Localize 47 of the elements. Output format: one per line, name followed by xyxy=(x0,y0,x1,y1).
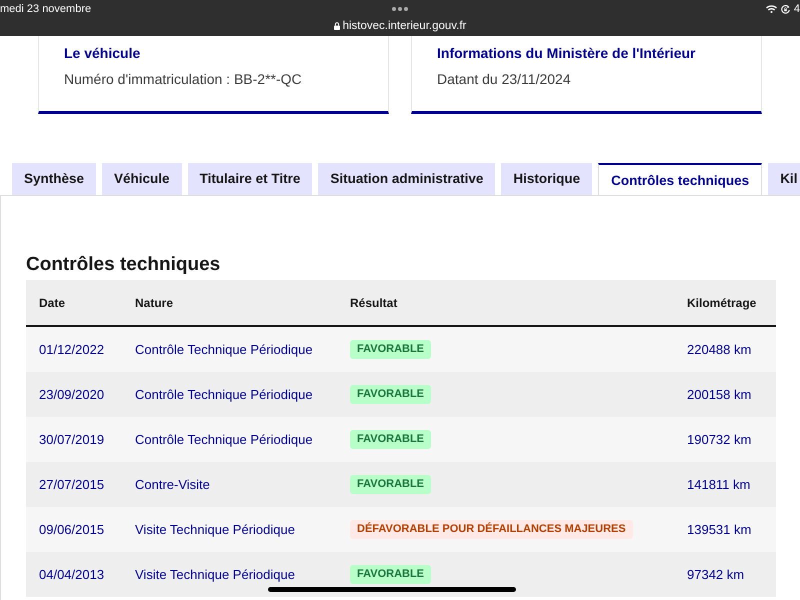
tab[interactable]: Kil xyxy=(768,163,800,195)
address-bar-url[interactable]: histovec.interieur.gouv.fr xyxy=(342,19,466,33)
card-title: Le véhicule xyxy=(64,44,142,63)
tab[interactable]: Historique xyxy=(501,163,592,195)
table-cell-text: Visite Technique Périodique xyxy=(134,520,296,539)
more-icon xyxy=(392,7,408,11)
table-cell-text: 200158 km xyxy=(686,386,752,404)
rotation-lock-icon xyxy=(780,4,790,14)
table-cell-text: Visite Technique Périodique xyxy=(134,566,296,584)
tab[interactable]: Titulaire et Titre xyxy=(188,163,312,195)
tab[interactable]: Situation administrative xyxy=(318,163,496,195)
lock-icon xyxy=(334,22,340,30)
tab[interactable]: Véhicule xyxy=(102,163,182,195)
column-header: Nature xyxy=(134,294,174,312)
table-cell-text: 97342 km xyxy=(686,566,746,584)
tab[interactable]: Synthèse xyxy=(12,163,96,195)
table-cell-text: 139531 km xyxy=(686,520,752,538)
status-badge: FAVORABLE xyxy=(350,475,432,494)
table-cell-text: 27/07/2015 xyxy=(38,476,106,494)
status-badge: FAVORABLE xyxy=(350,430,432,449)
status-badge: DÉFAVORABLE POUR DÉFAILLANCES MAJEURES xyxy=(350,520,633,539)
status-date: medi 23 novembre xyxy=(0,2,92,16)
section-heading: Contrôles techniques xyxy=(26,253,222,277)
table-cell-text: 01/12/2022 xyxy=(38,340,106,358)
status-badge: FAVORABLE xyxy=(350,565,432,584)
table-cell-text: 220488 km xyxy=(686,340,752,358)
status-badge: FAVORABLE xyxy=(350,340,432,359)
table-cell-text: 09/06/2015 xyxy=(38,520,106,538)
column-header: Résultat xyxy=(349,294,398,312)
card-text: Datant du 23/11/2024 xyxy=(437,70,572,89)
table-cell-text: 141811 km xyxy=(686,476,752,494)
table-cell-text: 04/04/2013 xyxy=(38,566,106,584)
table-cell-text: Contrôle Technique Périodique xyxy=(134,386,314,404)
column-header: Kilométrage xyxy=(686,294,758,312)
status-badge: FAVORABLE xyxy=(350,385,432,404)
battery-percent: 4 xyxy=(794,2,800,16)
tab[interactable]: Contrôles techniques xyxy=(598,163,762,195)
column-header: Date xyxy=(38,294,66,312)
card-title: Informations du Ministère de l'Intérieur xyxy=(437,44,696,63)
table-cell-text: Contrôle Technique Périodique xyxy=(134,430,314,449)
table-cell-text: 190732 km xyxy=(686,430,752,448)
table-cell-text: 30/07/2019 xyxy=(38,430,106,448)
table-cell-text: Contrôle Technique Périodique xyxy=(134,340,314,359)
card-text: Numéro d'immatriculation : BB-2**-QC xyxy=(64,70,303,89)
table-cell-text: 23/09/2020 xyxy=(38,386,106,404)
table-cell-text: Contre-Visite xyxy=(134,476,211,494)
wifi-icon xyxy=(766,5,777,13)
